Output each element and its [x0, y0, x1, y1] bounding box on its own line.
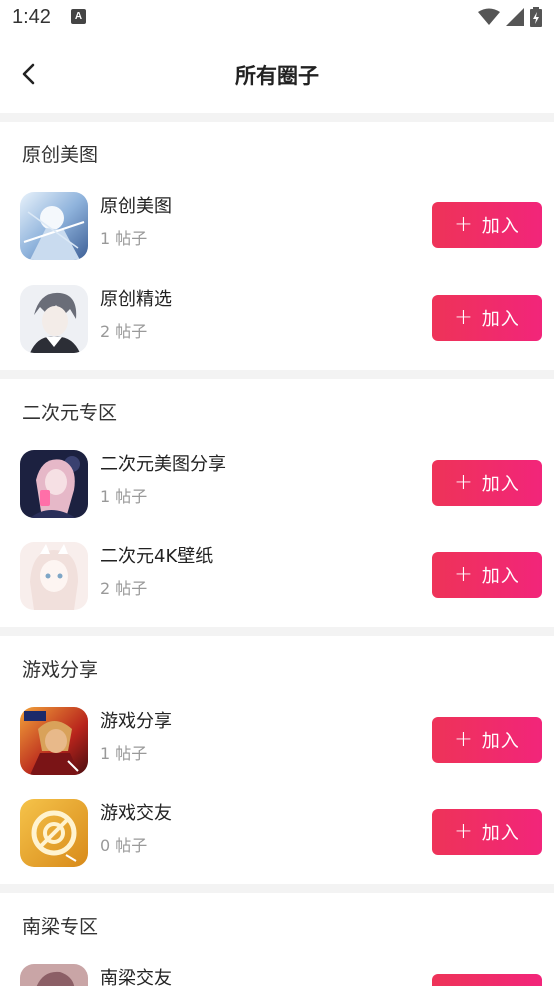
- plus-icon: +: [454, 305, 474, 330]
- circle-name: 南梁交友: [100, 968, 172, 986]
- status-bar: 1:42 A: [0, 0, 554, 40]
- circle-name: 二次元4K壁纸: [100, 546, 214, 567]
- join-label: 加入: [481, 823, 520, 844]
- join-button[interactable]: + 加入: [432, 460, 542, 506]
- section-divider: [0, 113, 554, 122]
- plus-icon: +: [454, 470, 474, 495]
- section-title: 原创美图: [22, 144, 99, 166]
- signal-icon: [506, 8, 524, 26]
- circle-name: 原创精选: [100, 289, 172, 310]
- section-divider: [0, 884, 554, 893]
- status-time: 1:42: [12, 6, 51, 28]
- join-button[interactable]: + 加入: [432, 552, 542, 598]
- join-button[interactable]: + 加入: [432, 809, 542, 855]
- join-label: 加入: [481, 309, 520, 330]
- join-label: 加入: [481, 216, 520, 237]
- circle-avatar: [20, 799, 88, 867]
- circle-name: 游戏交友: [100, 803, 172, 824]
- page-title: 所有圈子: [235, 64, 319, 88]
- post-count: 2 帖子: [100, 579, 148, 598]
- section-divider: [0, 370, 554, 379]
- battery-icon: [530, 7, 542, 27]
- notification-icon: A: [71, 9, 86, 24]
- circle-item-nanliang-jiaoyou[interactable]: 南梁交友: [0, 964, 554, 986]
- post-count: 1 帖子: [100, 487, 148, 506]
- join-label: 加入: [481, 566, 520, 587]
- circle-item-youxi-jiaoyou[interactable]: 游戏交友 0 帖子 + 加入: [0, 799, 554, 889]
- join-label: 加入: [481, 731, 520, 752]
- plus-icon: +: [454, 212, 474, 237]
- post-count: 1 帖子: [100, 229, 148, 248]
- join-button[interactable]: + 加入: [432, 717, 542, 763]
- section-title: 南梁专区: [22, 916, 99, 938]
- join-button[interactable]: + 加入: [432, 202, 542, 248]
- circle-avatar: [20, 542, 88, 610]
- section-divider: [0, 627, 554, 636]
- circle-name: 游戏分享: [100, 711, 172, 732]
- post-count: 0 帖子: [100, 836, 148, 855]
- section-title: 二次元专区: [22, 402, 118, 424]
- plus-icon: +: [454, 727, 474, 752]
- circle-item-youxi-fenxiang[interactable]: 游戏分享 1 帖子 + 加入: [0, 707, 554, 797]
- circle-avatar: [20, 192, 88, 260]
- circle-avatar: [20, 450, 88, 518]
- join-label: 加入: [481, 474, 520, 495]
- circle-avatar: [20, 964, 88, 986]
- circle-item-erciyuan-meitu[interactable]: 二次元美图分享 1 帖子 + 加入: [0, 450, 554, 540]
- circle-item-erciyuan-bizhi[interactable]: 二次元4K壁纸 2 帖子 + 加入: [0, 542, 554, 632]
- plus-icon: +: [454, 819, 474, 844]
- wifi-icon: [478, 8, 500, 25]
- post-count: 1 帖子: [100, 744, 148, 763]
- section-title: 游戏分享: [22, 659, 99, 681]
- nav-bar: 所有圈子: [0, 40, 554, 112]
- plus-icon: +: [454, 562, 474, 587]
- circle-avatar: [20, 285, 88, 353]
- circle-name: 原创美图: [100, 196, 172, 217]
- join-button[interactable]: + 加入: [432, 295, 542, 341]
- circle-item-yuanchuang-jingxuan[interactable]: 原创精选 2 帖子 + 加入: [0, 285, 554, 375]
- circle-name: 二次元美图分享: [100, 454, 226, 475]
- status-icons: [478, 7, 542, 27]
- circle-avatar: [20, 707, 88, 775]
- circle-item-yuanchuang-meitu[interactable]: 原创美图 1 帖子 + 加入: [0, 192, 554, 282]
- join-button[interactable]: [432, 974, 542, 986]
- post-count: 2 帖子: [100, 322, 148, 341]
